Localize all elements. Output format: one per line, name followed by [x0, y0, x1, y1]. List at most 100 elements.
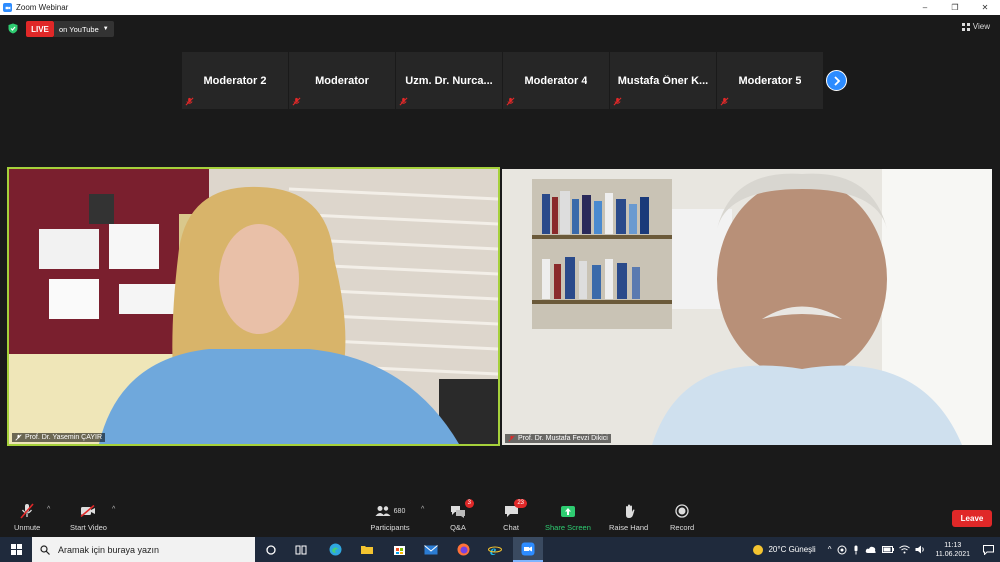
raise-hand-label: Raise Hand: [609, 523, 649, 532]
mail-icon[interactable]: [416, 537, 446, 562]
record-icon: [675, 504, 689, 518]
participant-name: Moderator 5: [738, 74, 802, 87]
cloud-icon[interactable]: [865, 546, 877, 554]
store-icon[interactable]: [384, 537, 414, 562]
grid-view-icon: [961, 22, 970, 31]
raise-hand-button[interactable]: Raise Hand: [609, 502, 648, 532]
notification-icon: [982, 544, 994, 555]
leave-button[interactable]: Leave: [952, 510, 992, 527]
sun-weather-icon: [753, 544, 764, 555]
meeting-area: LIVE on YouTube ▼ View Moderator 2 Moder…: [0, 15, 1000, 500]
battery-icon[interactable]: [882, 546, 895, 553]
clock-time: 11:13: [944, 541, 962, 549]
share-screen-icon: [560, 505, 575, 517]
participants-count: 680: [393, 507, 406, 515]
muted-mic-icon: [506, 97, 515, 106]
share-screen-label: Share Screen: [545, 523, 591, 532]
chevron-down-icon: ▼: [102, 26, 109, 32]
meeting-toolbar: Unmute ^ Start Video ^ 680 Participants …: [0, 499, 1000, 537]
video-name-text: Prof. Dr. Mustafa Fevzi Dikici: [518, 435, 608, 442]
taskbar-search-box[interactable]: Aramak için buraya yazın: [32, 537, 255, 562]
edge-browser-icon[interactable]: [320, 537, 350, 562]
muted-mic-icon: [613, 97, 622, 106]
participant-tile[interactable]: Moderator 5: [717, 52, 823, 109]
muted-mic-icon: [20, 503, 34, 519]
participant-tile[interactable]: Moderator: [289, 52, 395, 109]
search-placeholder: Aramak için buraya yazın: [58, 544, 160, 555]
participants-options-caret[interactable]: ^: [421, 506, 424, 513]
search-icon: [40, 544, 50, 555]
view-button[interactable]: View: [961, 22, 990, 31]
live-badge: LIVE: [26, 21, 54, 37]
notifications-button[interactable]: [976, 537, 1000, 562]
muted-mic-icon: [508, 435, 515, 442]
window-title: Zoom Webinar: [16, 3, 69, 12]
close-button[interactable]: ✕: [970, 0, 1000, 15]
participant-name: Moderator: [315, 74, 369, 87]
cortana-icon[interactable]: [256, 537, 286, 562]
zoom-taskbar-icon[interactable]: [513, 537, 543, 562]
participant-name: Mustafa Öner K...: [617, 74, 709, 87]
firefox-icon[interactable]: [448, 537, 478, 562]
window-titlebar: Zoom Webinar – ❐ ✕: [0, 0, 1000, 15]
zoom-app-icon: [3, 3, 12, 12]
participants-button[interactable]: 680 Participants: [368, 502, 412, 532]
participant-tile[interactable]: Moderator 4: [503, 52, 609, 109]
speaker-video-image: [9, 169, 498, 444]
video-feed-participant[interactable]: Prof. Dr. Mustafa Fevzi Dikici: [502, 169, 992, 445]
view-label: View: [972, 22, 990, 31]
hand-icon: [625, 504, 635, 518]
internet-explorer-icon[interactable]: e: [480, 537, 510, 562]
qa-badge: 3: [464, 499, 474, 508]
video-name-label: Prof. Dr. Yasemin ÇAYIR: [12, 433, 106, 442]
muted-mic-icon: [292, 97, 301, 106]
chat-label: Chat: [503, 523, 519, 532]
participant-name: Moderator 2: [203, 74, 267, 87]
video-options-caret[interactable]: ^: [112, 506, 115, 513]
muted-mic-icon: [15, 434, 22, 441]
chat-button[interactable]: 23 Chat: [502, 499, 527, 532]
video-off-icon: [80, 505, 96, 517]
stream-destination-label: on YouTube: [59, 24, 99, 34]
share-screen-button[interactable]: Share Screen: [545, 502, 591, 532]
start-video-button[interactable]: Start Video: [70, 502, 107, 532]
participant-tile[interactable]: Mustafa Öner K...: [610, 52, 716, 109]
unmute-button[interactable]: Unmute: [14, 502, 40, 532]
chat-badge: 23: [514, 499, 527, 508]
unmute-label: Unmute: [14, 523, 41, 532]
chevron-up-icon[interactable]: ^: [828, 545, 832, 554]
qa-label: Q&A: [450, 523, 466, 532]
participant-tile[interactable]: Moderator 2: [182, 52, 288, 109]
audio-options-caret[interactable]: ^: [47, 506, 50, 513]
maximize-button[interactable]: ❐: [940, 0, 970, 15]
task-view-icon[interactable]: [286, 537, 316, 562]
qa-button[interactable]: 3 Q&A: [449, 499, 474, 532]
record-label: Record: [670, 523, 695, 532]
stream-destination-dropdown[interactable]: on YouTube ▼: [54, 21, 114, 37]
participants-label: Participants: [370, 523, 410, 532]
network-icon[interactable]: [837, 545, 847, 555]
next-page-button[interactable]: [826, 70, 847, 91]
gallery-strip: Moderator 2 Moderator Uzm. Dr. Nurca... …: [182, 52, 824, 109]
participant-tile[interactable]: Uzm. Dr. Nurca...: [396, 52, 502, 109]
weather-text[interactable]: 20°C Güneşli: [768, 545, 815, 554]
microphone-icon[interactable]: [852, 545, 860, 555]
system-tray: 20°C Güneşli ^ 11:13 11.06.2021: [752, 537, 1000, 562]
participant-name: Moderator 4: [524, 74, 588, 87]
participants-icon: [375, 506, 391, 516]
record-button[interactable]: Record: [670, 502, 694, 532]
start-button[interactable]: [0, 537, 32, 562]
participant-video-image: [502, 169, 992, 445]
chevron-right-icon: [833, 75, 840, 86]
file-explorer-icon[interactable]: [352, 537, 382, 562]
video-feed-active-speaker[interactable]: Prof. Dr. Yasemin ÇAYIR: [7, 167, 500, 446]
clock-date: 11.06.2021: [935, 550, 970, 558]
taskbar-clock[interactable]: 11:13 11.06.2021: [935, 541, 970, 559]
wifi-icon[interactable]: [899, 545, 911, 554]
svg-text:e: e: [490, 544, 496, 556]
volume-icon[interactable]: [915, 545, 926, 554]
security-shield-icon[interactable]: [8, 23, 18, 34]
minimize-button[interactable]: –: [910, 0, 940, 15]
start-video-label: Start Video: [70, 523, 107, 532]
participant-name: Uzm. Dr. Nurca...: [405, 74, 493, 87]
